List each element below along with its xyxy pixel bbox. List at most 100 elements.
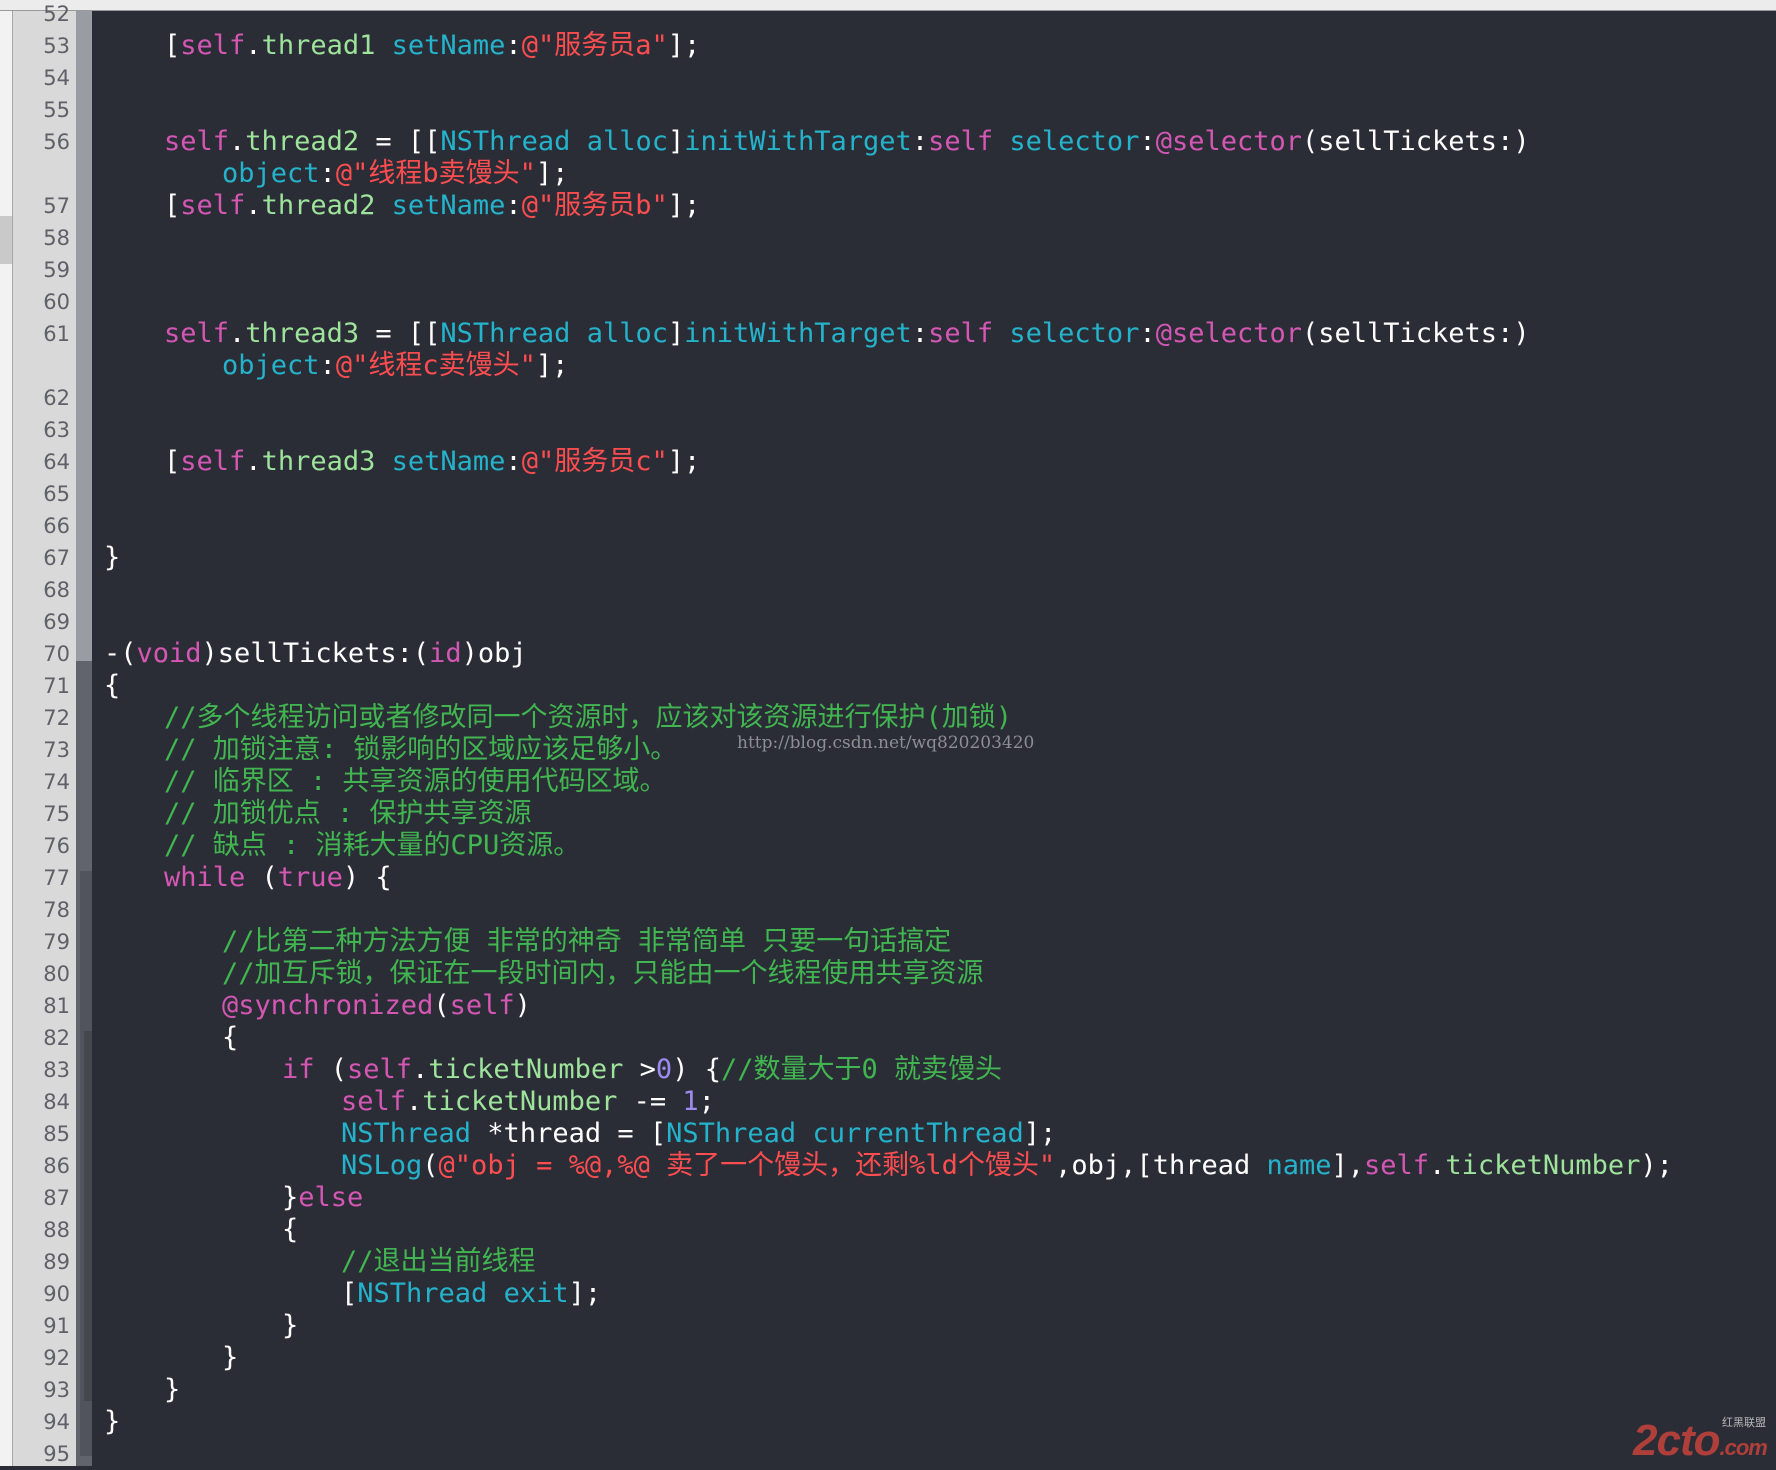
code-text[interactable]: self.ticketNumber -= 1; — [341, 1086, 715, 1118]
code-text[interactable]: } — [164, 1374, 180, 1406]
code-line[interactable]: 84 self.ticketNumber -= 1; — [0, 1086, 1776, 1118]
code-text[interactable]: } — [222, 1342, 238, 1374]
code-line[interactable]: 95 — [0, 1438, 1776, 1470]
code-text[interactable]: self.thread2 = [[NSThread alloc]initWith… — [164, 126, 1530, 158]
code-line[interactable]: 55 — [0, 94, 1776, 126]
code-line[interactable]: 65 — [0, 478, 1776, 510]
code-line[interactable]: 87}else — [0, 1182, 1776, 1214]
code-text[interactable]: { — [222, 1022, 238, 1054]
code-text[interactable]: -(void)sellTickets:(id)obj — [104, 638, 527, 670]
code-text[interactable]: [self.thread3 setName:@"服务员c"]; — [164, 446, 700, 478]
code-token: ticketNumber — [1445, 1150, 1641, 1181]
code-token: . — [245, 446, 262, 477]
line-number: 90 — [43, 1282, 70, 1306]
code-text[interactable]: [NSThread exit]; — [341, 1278, 601, 1310]
code-line[interactable]: 66 — [0, 510, 1776, 542]
code-line[interactable]: 75 // 加锁优点 : 保护共享资源 — [0, 798, 1776, 830]
code-line[interactable]: 56 self.thread2 = [[NSThread alloc]initWi… — [0, 126, 1776, 158]
code-line[interactable]: 71 { — [0, 670, 1776, 702]
code-line[interactable]: 63 — [0, 414, 1776, 446]
code-text[interactable]: //比第二种方法方便 非常的神奇 非常简单 只要一句话搞定 — [222, 926, 951, 958]
code-line[interactable]: 93} — [0, 1374, 1776, 1406]
code-text[interactable]: //加互斥锁，保证在一段时间内，只能由一个线程使用共享资源 — [222, 958, 984, 990]
code-line[interactable]: 60 — [0, 286, 1776, 318]
code-line[interactable]: 80 //加互斥锁，保证在一段时间内，只能由一个线程使用共享资源 — [0, 958, 1776, 990]
code-text[interactable]: }else — [282, 1182, 363, 1214]
code-token: ]; — [667, 30, 701, 61]
code-token: [ — [164, 190, 181, 221]
code-line[interactable]: 53 [self.thread1 setName:@"服务员a"]; — [0, 30, 1776, 62]
code-text[interactable]: object:@"线程b卖馒头"]; — [222, 158, 568, 190]
code-line[interactable]: 85 NSThread *thread = [NSThread currentTh… — [0, 1118, 1776, 1150]
code-line[interactable]: object:@"线程b卖馒头"]; — [0, 158, 1776, 190]
code-token: @"线程c卖馒头" — [335, 350, 536, 381]
code-line[interactable]: 89 //退出当前线程 — [0, 1246, 1776, 1278]
code-line[interactable]: 77 while (true) { — [0, 862, 1776, 894]
code-text[interactable]: { — [282, 1214, 298, 1246]
code-text[interactable]: // 缺点 : 消耗大量的CPU资源。 — [164, 830, 580, 862]
code-line[interactable]: 57 [self.thread2 setName:@"服务员b"]; — [0, 190, 1776, 222]
code-token: ( — [245, 862, 278, 893]
code-line[interactable]: 54 — [0, 62, 1776, 94]
code-text[interactable]: NSThread *thread = [NSThread currentThre… — [341, 1118, 1056, 1150]
code-text[interactable]: [self.thread1 setName:@"服务员a"]; — [164, 30, 700, 62]
code-token: self — [928, 126, 994, 157]
code-text[interactable]: @synchronized(self) — [222, 990, 531, 1022]
code-token: ) — [514, 990, 531, 1021]
code-line[interactable]: 67} — [0, 542, 1776, 574]
code-line[interactable]: 78 — [0, 894, 1776, 926]
code-token: if — [282, 1054, 315, 1085]
code-line[interactable]: object:@"线程c卖馒头"]; — [0, 350, 1776, 382]
code-text[interactable]: // 临界区 : 共享资源的使用代码区域。 — [164, 766, 667, 798]
code-line[interactable]: 91} — [0, 1310, 1776, 1342]
code-line[interactable]: 81 @synchronized(self) — [0, 990, 1776, 1022]
code-line[interactable]: 72 //多个线程访问或者修改同一个资源时，应该对该资源进行保护(加锁) — [0, 702, 1776, 734]
code-line[interactable]: 62 — [0, 382, 1776, 414]
code-text[interactable]: //多个线程访问或者修改同一个资源时，应该对该资源进行保护(加锁) — [164, 702, 1012, 734]
code-token: { — [222, 1022, 239, 1053]
line-number: 67 — [43, 546, 70, 570]
code-text[interactable]: } — [104, 542, 120, 574]
code-line[interactable]: 82 { — [0, 1022, 1776, 1054]
code-line[interactable]: 58 — [0, 222, 1776, 254]
code-text[interactable]: while (true) { — [164, 862, 392, 894]
code-line[interactable]: 76 // 缺点 : 消耗大量的CPU资源。 — [0, 830, 1776, 862]
code-text[interactable]: self.thread3 = [[NSThread alloc]initWith… — [164, 318, 1530, 350]
code-line[interactable]: 69 — [0, 606, 1776, 638]
code-line[interactable]: 59 — [0, 254, 1776, 286]
code-line[interactable]: 52 — [0, 0, 1776, 30]
code-text[interactable]: // 加锁注意: 锁影响的区域应该足够小。 — [164, 734, 677, 766]
line-number: 94 — [43, 1410, 70, 1434]
code-token: //比第二种方法方便 非常的神奇 非常简单 只要一句话搞定 — [222, 926, 952, 957]
code-text[interactable]: { — [104, 670, 120, 702]
code-token: //数量大于0 就卖馒头 — [720, 1054, 1002, 1085]
code-text[interactable]: //退出当前线程 — [341, 1246, 536, 1278]
code-token: selector — [1009, 126, 1140, 157]
code-line[interactable]: 74 // 临界区 : 共享资源的使用代码区域。 — [0, 766, 1776, 798]
code-line[interactable]: 61 self.thread3 = [[NSThread alloc]initWi… — [0, 318, 1776, 350]
line-number: 76 — [43, 834, 70, 858]
code-line[interactable]: 83 if (self.ticketNumber >0) {//数量大于0 就卖馒… — [0, 1054, 1776, 1086]
code-line[interactable]: 64 [self.thread3 setName:@"服务员c"]; — [0, 446, 1776, 478]
code-line[interactable]: 88 { — [0, 1214, 1776, 1246]
code-line[interactable]: 68 — [0, 574, 1776, 606]
code-text[interactable]: if (self.ticketNumber >0) {//数量大于0 就卖馒头 — [282, 1054, 1002, 1086]
code-token: @"服务员c" — [521, 446, 668, 477]
code-line[interactable]: 70 -(void)sellTickets:(id)obj — [0, 638, 1776, 670]
code-token: // 临界区 : 共享资源的使用代码区域。 — [164, 766, 667, 797]
code-line[interactable]: 94} — [0, 1406, 1776, 1438]
code-text[interactable]: object:@"线程c卖馒头"]; — [222, 350, 568, 382]
code-token: alloc — [586, 318, 668, 349]
code-line[interactable]: 92} — [0, 1342, 1776, 1374]
code-token: 0 — [655, 1054, 673, 1085]
code-line[interactable]: 86 NSLog(@"obj = %@,%@ 卖了一个馒头，还剩%ld个馒头",o… — [0, 1150, 1776, 1182]
code-text[interactable]: [self.thread2 setName:@"服务员b"]; — [164, 190, 700, 222]
code-text[interactable]: NSLog(@"obj = %@,%@ 卖了一个馒头，还剩%ld个馒头",obj… — [341, 1150, 1673, 1182]
code-text[interactable]: } — [104, 1406, 120, 1438]
code-line[interactable]: 79 //比第二种方法方便 非常的神奇 非常简单 只要一句话搞定 — [0, 926, 1776, 958]
code-text[interactable]: } — [282, 1310, 298, 1342]
code-line[interactable]: 90 [NSThread exit]; — [0, 1278, 1776, 1310]
code-text[interactable]: // 加锁优点 : 保护共享资源 — [164, 798, 532, 830]
